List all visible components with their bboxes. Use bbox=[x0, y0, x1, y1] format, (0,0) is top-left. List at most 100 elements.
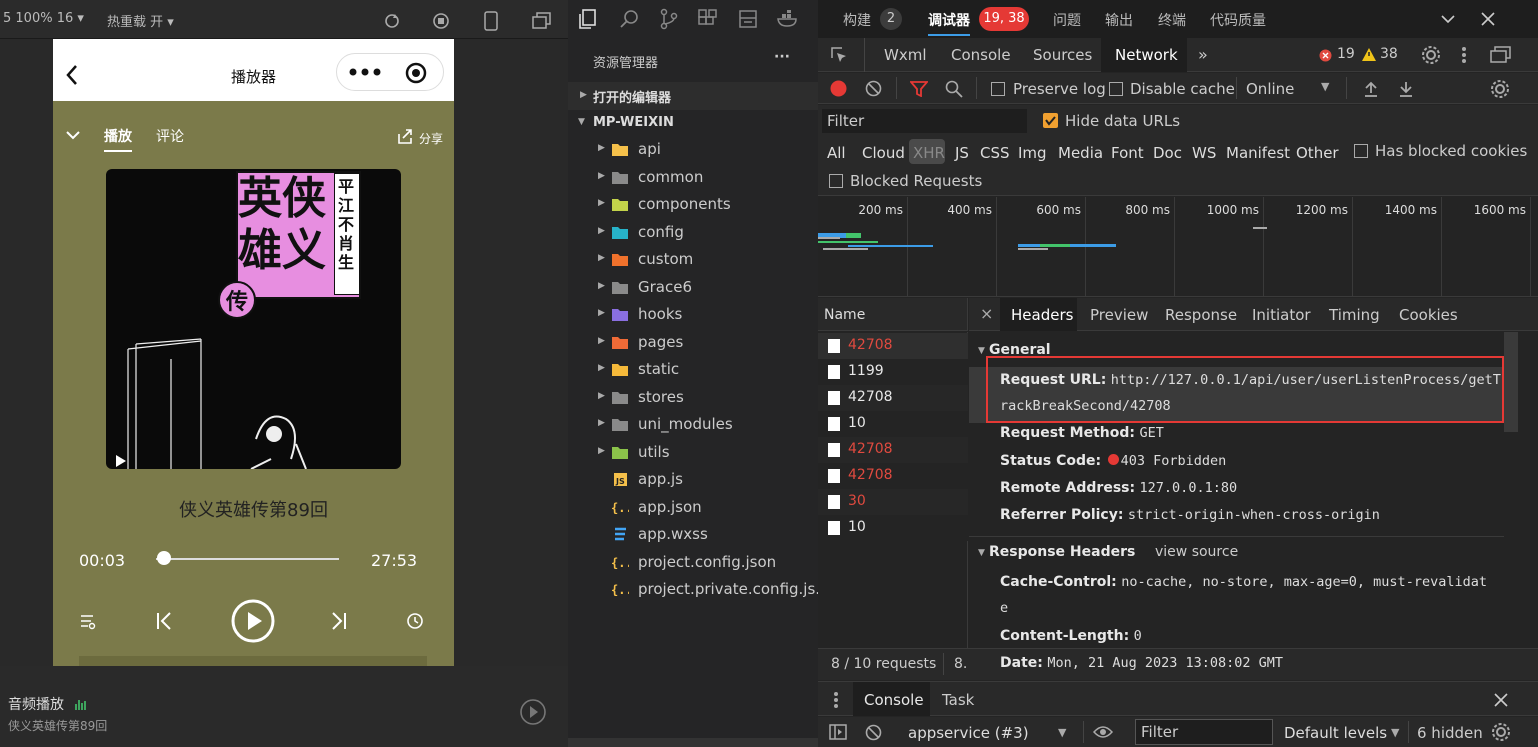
drawer-menu-icon[interactable] bbox=[833, 692, 839, 708]
close-drawer-icon[interactable] bbox=[1494, 693, 1508, 707]
type-filter-doc[interactable]: Doc bbox=[1153, 144, 1182, 162]
blocked-requests-label[interactable]: Blocked Requests bbox=[850, 172, 982, 190]
timer-icon[interactable] bbox=[406, 612, 424, 630]
background-audio-bar[interactable]: 音频播放 侠义英雄传第89回 bbox=[0, 666, 568, 747]
folder-row[interactable]: ▶ uni_modules bbox=[568, 412, 818, 439]
dock-icon[interactable] bbox=[1490, 46, 1512, 64]
request-row[interactable]: 42708 bbox=[818, 463, 968, 489]
explorer-scrollbar[interactable] bbox=[568, 738, 818, 747]
type-filter-media[interactable]: Media bbox=[1058, 144, 1103, 162]
storage-icon[interactable] bbox=[738, 9, 758, 29]
folder-row[interactable]: ▶ custom bbox=[568, 247, 818, 274]
files-icon[interactable] bbox=[578, 9, 598, 29]
panel-tab-sources[interactable]: Sources bbox=[1033, 46, 1092, 64]
general-expand-icon[interactable]: ▼ bbox=[978, 346, 985, 356]
collapse-chevron-icon[interactable] bbox=[65, 129, 81, 141]
console-filter-input[interactable]: Filter bbox=[1135, 719, 1273, 745]
tab-play[interactable]: 播放 bbox=[104, 126, 132, 146]
panel-tab-console[interactable]: Console bbox=[951, 46, 1011, 64]
detail-tab-initiator[interactable]: Initiator bbox=[1252, 306, 1311, 324]
filter-input[interactable]: Filter bbox=[822, 109, 1027, 133]
detail-tab-headers[interactable]: Headers bbox=[1011, 306, 1073, 324]
detach-icon[interactable] bbox=[532, 12, 552, 30]
folder-row[interactable]: ▶ hooks bbox=[568, 302, 818, 329]
throttle-dropdown-icon[interactable]: ▼ bbox=[1321, 80, 1329, 93]
cache-control-row[interactable]: Cache-Control: no-cache, no-store, max-a… bbox=[1000, 574, 1487, 590]
type-filter-ws[interactable]: WS bbox=[1192, 144, 1216, 162]
detail-tab-response[interactable]: Response bbox=[1165, 306, 1237, 324]
remote-address-row[interactable]: Remote Address: 127.0.0.1:80 bbox=[1000, 480, 1237, 496]
has-blocked-cookies-label[interactable]: Has blocked cookies bbox=[1375, 142, 1527, 160]
download-har-icon[interactable] bbox=[1398, 80, 1414, 97]
drawer-tab-console[interactable]: Console bbox=[864, 691, 924, 709]
type-filter-img[interactable]: Img bbox=[1018, 144, 1047, 162]
folder-row[interactable]: ▶ common bbox=[568, 165, 818, 192]
request-row[interactable]: 42708 bbox=[818, 385, 968, 411]
detail-tab-preview[interactable]: Preview bbox=[1090, 306, 1148, 324]
explorer-more-button[interactable]: ··· bbox=[774, 49, 790, 65]
error-count[interactable]: 19 bbox=[1337, 46, 1355, 62]
name-column-header[interactable]: Name bbox=[818, 298, 968, 331]
type-filter-font[interactable]: Font bbox=[1111, 144, 1144, 162]
live-expression-eye-icon[interactable] bbox=[1093, 725, 1113, 739]
file-row[interactable]: {..} project.private.config.js... bbox=[568, 577, 830, 604]
tab-quality[interactable]: 代码质量 bbox=[1210, 10, 1266, 30]
more-panels-button[interactable]: » bbox=[1198, 45, 1208, 64]
close-detail-icon[interactable]: × bbox=[980, 304, 993, 323]
folder-row[interactable]: ▶ pages bbox=[568, 330, 818, 357]
collapse-panel-icon[interactable] bbox=[1440, 13, 1456, 25]
phone-icon[interactable] bbox=[484, 11, 498, 31]
type-filter-manifest[interactable]: Manifest bbox=[1226, 144, 1290, 162]
console-settings-icon[interactable] bbox=[1491, 722, 1511, 742]
response-headers-expand-icon[interactable]: ▼ bbox=[978, 548, 985, 558]
panel-tab-network[interactable]: Network bbox=[1115, 46, 1178, 64]
hide-data-urls-label[interactable]: Hide data URLs bbox=[1065, 112, 1180, 130]
next-icon[interactable] bbox=[330, 611, 348, 631]
status-code-row[interactable]: Status Code: 403 Forbidden bbox=[1000, 453, 1226, 469]
previous-icon[interactable] bbox=[155, 611, 173, 631]
warning-count[interactable]: 38 bbox=[1380, 46, 1398, 62]
file-row[interactable]: JS app.js bbox=[568, 467, 818, 494]
tab-comment[interactable]: 评论 bbox=[156, 126, 184, 146]
zoom-select[interactable]: 5 100% 16 ▾ bbox=[3, 11, 84, 26]
tab-build[interactable]: 构建 bbox=[843, 10, 871, 30]
context-dropdown-icon[interactable]: ▼ bbox=[1058, 726, 1066, 739]
hot-reload-toggle[interactable]: 热重载 开 ▾ bbox=[107, 11, 174, 30]
play-small-icon[interactable] bbox=[116, 455, 126, 467]
search-network-icon[interactable] bbox=[945, 80, 963, 98]
view-source-link[interactable]: view source bbox=[1155, 544, 1238, 560]
play-pause-icon[interactable] bbox=[231, 599, 275, 643]
upload-har-icon[interactable] bbox=[1363, 80, 1379, 97]
preserve-log-label[interactable]: Preserve log bbox=[1013, 80, 1106, 98]
tab-output[interactable]: 输出 bbox=[1105, 10, 1133, 30]
sidebar-toggle-icon[interactable] bbox=[829, 724, 847, 740]
drawer-tab-task[interactable]: Task bbox=[942, 691, 974, 709]
detail-tab-cookies[interactable]: Cookies bbox=[1399, 306, 1458, 324]
request-url-row[interactable]: Request URL: http://127.0.0.1/api/user/u… bbox=[1000, 372, 1501, 388]
throttle-select[interactable]: Online bbox=[1246, 80, 1294, 98]
type-filter-js[interactable]: JS bbox=[955, 144, 969, 162]
file-row[interactable]: app.wxss bbox=[568, 522, 818, 549]
referrer-policy-row[interactable]: Referrer Policy: strict-origin-when-cros… bbox=[1000, 507, 1380, 523]
request-row[interactable]: 1199 bbox=[818, 359, 968, 385]
settings-gear-icon[interactable] bbox=[1421, 45, 1441, 65]
search-icon[interactable] bbox=[619, 9, 639, 29]
detail-tab-timing[interactable]: Timing bbox=[1329, 306, 1380, 324]
folder-row[interactable]: ▶ stores bbox=[568, 385, 818, 412]
open-editors-section[interactable]: ▶ 打开的编辑器 bbox=[568, 82, 818, 110]
headers-scrollbar[interactable] bbox=[1504, 332, 1518, 432]
has-blocked-cookies-checkbox[interactable] bbox=[1354, 144, 1368, 158]
progress-knob[interactable] bbox=[156, 551, 171, 565]
more-dots-icon[interactable] bbox=[349, 68, 381, 76]
extensions-icon[interactable] bbox=[698, 9, 718, 29]
playlist-icon[interactable] bbox=[79, 612, 97, 630]
progress-track[interactable] bbox=[156, 558, 339, 560]
request-row[interactable]: 10 bbox=[818, 515, 968, 541]
project-section[interactable]: ▼ MP-WEIXIN bbox=[568, 110, 818, 136]
network-overview-timeline[interactable]: 200 ms 400 ms 600 ms 800 ms 1000 ms 1200 ms 14… bbox=[818, 197, 1538, 297]
response-headers-title[interactable]: Response Headers bbox=[989, 544, 1135, 560]
levels-dropdown-icon[interactable]: ▼ bbox=[1391, 726, 1399, 739]
folder-row[interactable]: ▶ Grace6 bbox=[568, 275, 818, 302]
clear-icon[interactable] bbox=[865, 80, 882, 97]
type-filter-other[interactable]: Other bbox=[1296, 144, 1339, 162]
